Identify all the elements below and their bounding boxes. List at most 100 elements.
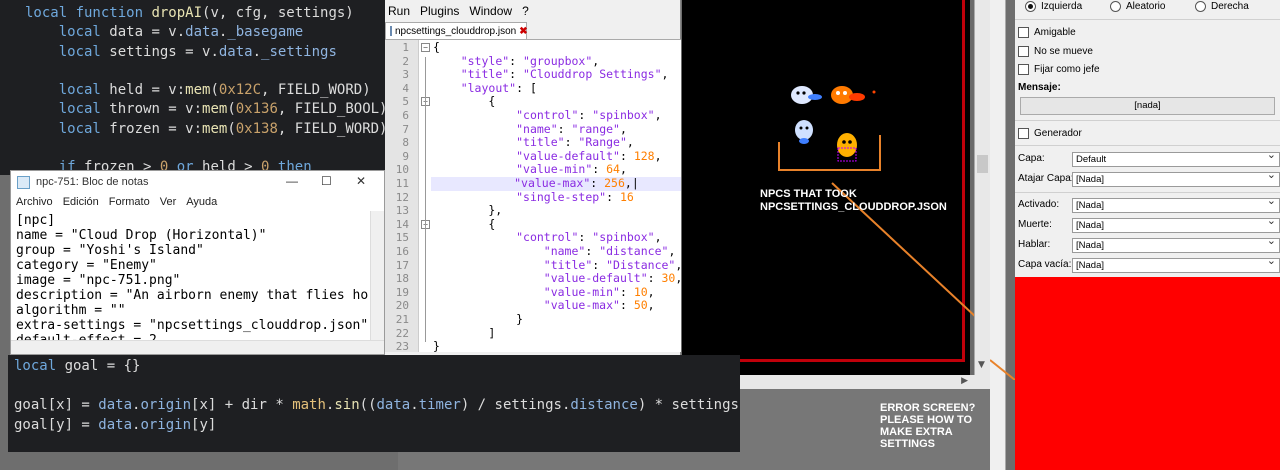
field-label: Muerte: (1018, 219, 1052, 230)
radio-aleatorio[interactable]: Aleatorio (1110, 1, 1165, 12)
notepad-menu-item[interactable]: Formato (109, 196, 150, 208)
npp-token: , (661, 67, 669, 82)
code-editor-top[interactable]: local function dropAI(v, cfg, settings) … (0, 0, 385, 175)
generator-checkbox[interactable]: Generador (1018, 128, 1082, 139)
field-label: Capa vacía: (1018, 259, 1072, 270)
notepad-icon (17, 175, 30, 189)
npc-sprite-fire-2[interactable] (837, 133, 857, 162)
npp-menu-item[interactable]: Run (388, 4, 410, 18)
npp-token: 64 (606, 162, 620, 177)
npp-editor[interactable]: 1 2 3 4 5 6 7 8 9 10 11 12 13 14 15 16 17 18 19 20 21 22 23 { … (385, 39, 681, 352)
tab-close-icon[interactable]: ✖ (519, 26, 527, 37)
notepad-title: npc-751: Bloc de notas (36, 176, 149, 188)
radio-button[interactable] (1195, 1, 1206, 12)
dropdown-capa[interactable]: Default (1072, 149, 1280, 167)
npp-token: "value-default" (516, 148, 620, 163)
npp-token: "control" (516, 108, 579, 122)
scroll-right-icon[interactable]: ▶ (961, 376, 968, 386)
notepad-line: category = "Enemy" (16, 258, 157, 273)
npc-sprite-ghost-1[interactable] (791, 86, 822, 104)
npp-token: : (578, 230, 593, 245)
radio-izquierda[interactable]: Izquierda (1025, 1, 1082, 12)
code-token: distance (570, 397, 638, 413)
dropdown-atajarcapa[interactable]: [Nada] (1072, 169, 1280, 187)
maximize-icon[interactable]: ☐ (321, 174, 332, 188)
notepad-menu-item[interactable]: Archivo (16, 196, 53, 208)
npp-token (433, 149, 516, 163)
code-token: , FIELD_WORD) (277, 120, 385, 137)
code-token: local (25, 5, 76, 21)
npc-sprite-fire-1[interactable] (831, 86, 876, 104)
notepad-menu-item[interactable]: Ver (160, 196, 177, 208)
npp-token: ,| (624, 176, 639, 190)
npp-token: "value-max" (514, 176, 591, 190)
scroll-down-icon[interactable]: ▼ (978, 360, 985, 370)
code-editor-bottom[interactable]: local goal = {} goal[x] = data.origin[x]… (8, 355, 740, 452)
line-number: 11 (395, 177, 409, 190)
checkbox-amigable[interactable]: Amigable (1018, 27, 1076, 38)
line-number: 20 (395, 299, 409, 313)
npp-token (433, 271, 544, 285)
code-line: local held = v:mem(0x12C, FIELD_WORD) (25, 81, 385, 100)
npp-token: 50 (633, 298, 648, 313)
checkbox[interactable] (1018, 27, 1029, 38)
notepad-menu-item[interactable]: Ayuda (186, 196, 217, 208)
viewport-vertical-scrollbar[interactable]: ▼ (974, 0, 990, 375)
dropdown-capavacía[interactable]: [Nada] (1072, 255, 1280, 273)
npp-menu-item[interactable]: ? (522, 4, 529, 18)
npp-token: : [ (516, 80, 537, 95)
npp-token: "spinbox" (592, 108, 655, 122)
notepad-horizontal-scrollbar[interactable] (11, 340, 384, 354)
npp-menu-item[interactable]: Window (469, 4, 512, 18)
npp-code-line: } (433, 339, 440, 352)
code-token: local (25, 120, 110, 137)
line-number: 19 (395, 285, 409, 299)
npp-file-tab[interactable]: npcsettings_clouddrop.json ✖ (385, 22, 528, 39)
npp-token (433, 81, 461, 95)
error-red-area (1015, 277, 1280, 470)
scrollbar-thumb[interactable] (977, 155, 988, 173)
checkbox-label: No se mueve (1034, 45, 1093, 57)
panel-splitter[interactable] (990, 0, 1006, 470)
npp-code-line: "title": "Range", (433, 135, 634, 150)
checkbox-label: Fijar como jefe (1034, 64, 1100, 75)
code-token: data (218, 43, 253, 60)
dropdown-muerte[interactable]: [Nada] (1072, 215, 1280, 233)
npp-menu-item[interactable]: Plugins (420, 4, 459, 18)
close-icon[interactable]: ✕ (356, 174, 366, 188)
code-token: _basegame (227, 24, 304, 41)
message-button[interactable]: [nada] (1020, 97, 1275, 115)
npp-token: , (619, 121, 627, 136)
dropdown-hablar[interactable]: [Nada] (1072, 235, 1280, 253)
fold-marker-icon[interactable]: − (421, 43, 430, 52)
notepad-text-area[interactable]: [npc] name = "Cloud Drop (Horizontal)" gro… (11, 211, 371, 341)
code-token: timer (418, 397, 461, 413)
checkbox-no-se-mueve[interactable]: No se mueve (1018, 45, 1093, 57)
checkbox[interactable] (1018, 64, 1029, 75)
notepad-vertical-scrollbar[interactable] (370, 211, 384, 341)
code-token: data (376, 397, 411, 413)
npp-token: , (626, 135, 634, 150)
code-token: (v, cfg, settings) (202, 5, 354, 21)
checkbox-fijar-como-jefe[interactable]: Fijar como jefe (1018, 64, 1100, 75)
code-token: math (292, 397, 326, 413)
line-number: 18 (395, 272, 409, 286)
field-label: Capa: (1018, 153, 1045, 164)
npp-token: { (433, 216, 496, 231)
npp-token: "value-max" (543, 298, 620, 313)
radio-button[interactable] (1110, 1, 1121, 12)
npp-token: 256 (604, 176, 625, 190)
npp-code-line: "title": "Distance", (433, 258, 681, 273)
game-viewport[interactable]: NPCS THAT TOOK NPCSETTINGS_CLOUDDROP.JSO… (682, 0, 974, 375)
radio-derecha[interactable]: Derecha (1195, 1, 1249, 12)
npp-tab-label: npcsettings_clouddrop.json (395, 25, 517, 37)
dropdown-activado[interactable]: [Nada] (1072, 195, 1280, 213)
generator-checkbox-box[interactable] (1018, 128, 1029, 139)
npc-sprite-ghost-2[interactable] (795, 120, 813, 144)
radio-button[interactable] (1025, 1, 1036, 12)
notepad-menu-item[interactable]: Edición (63, 196, 99, 208)
checkbox[interactable] (1018, 45, 1029, 57)
npp-token: "spinbox" (592, 230, 655, 245)
minimize-icon[interactable]: — (286, 174, 298, 188)
npp-token: "Clouddrop Settings" (523, 67, 662, 82)
